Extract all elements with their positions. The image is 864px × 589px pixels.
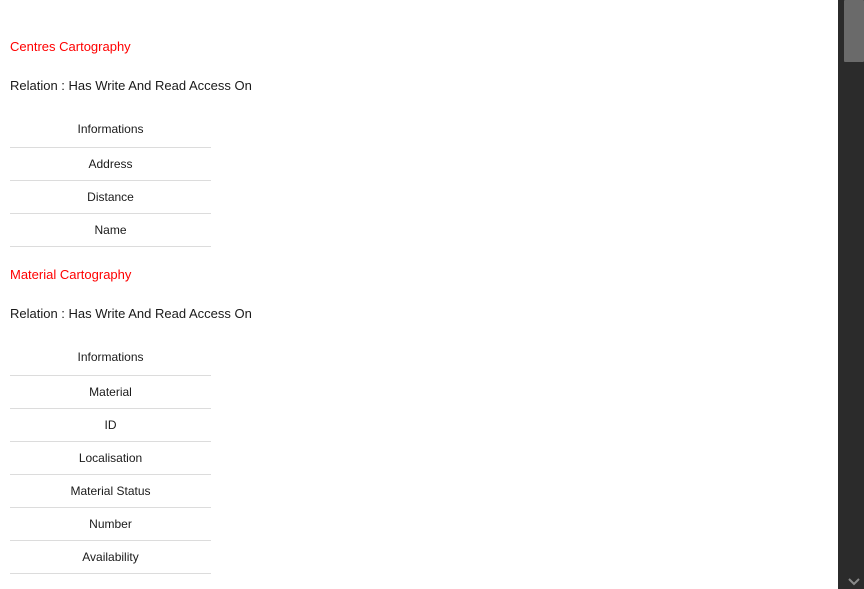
table-cell: Address [10,147,211,181]
table-cell: Localisation [10,441,211,475]
relation-label-centres: Relation : Has Write And Read Access On [10,78,252,93]
chevron-down-icon[interactable] [846,575,862,587]
table-cell: Name [10,213,211,247]
section-title-centres: Centres Cartography [10,39,131,54]
table-cell: ID [10,408,211,442]
table-row: Material [10,375,211,409]
table-row: Distance [10,180,211,214]
scrollbar-thumb[interactable] [844,0,864,62]
table-row: Address [10,147,211,181]
table-header-row: Informations [10,111,211,148]
table-row: ID [10,408,211,442]
section-title-material: Material Cartography [10,267,132,282]
table-row: Name [10,213,211,247]
table-cell: Number [10,507,211,541]
table-header: Informations [10,111,211,148]
table-row: Number [10,507,211,541]
table-cell: Material Status [10,474,211,508]
relation-label-material: Relation : Has Write And Read Access On [10,306,252,321]
informations-table-centres: Informations Address Distance Name [10,111,211,247]
table-row: Material Status [10,474,211,508]
table-row: Localisation [10,441,211,475]
page: Centres Cartography Relation : Has Write… [0,0,864,589]
informations-table-material: Informations Material ID Localisation Ma… [10,339,211,574]
table-cell: Material [10,375,211,409]
scrollbar-track[interactable] [838,0,864,589]
table-cell: Distance [10,180,211,214]
table-header: Informations [10,339,211,376]
table-row: Availability [10,540,211,574]
table-header-row: Informations [10,339,211,376]
table-cell: Availability [10,540,211,574]
